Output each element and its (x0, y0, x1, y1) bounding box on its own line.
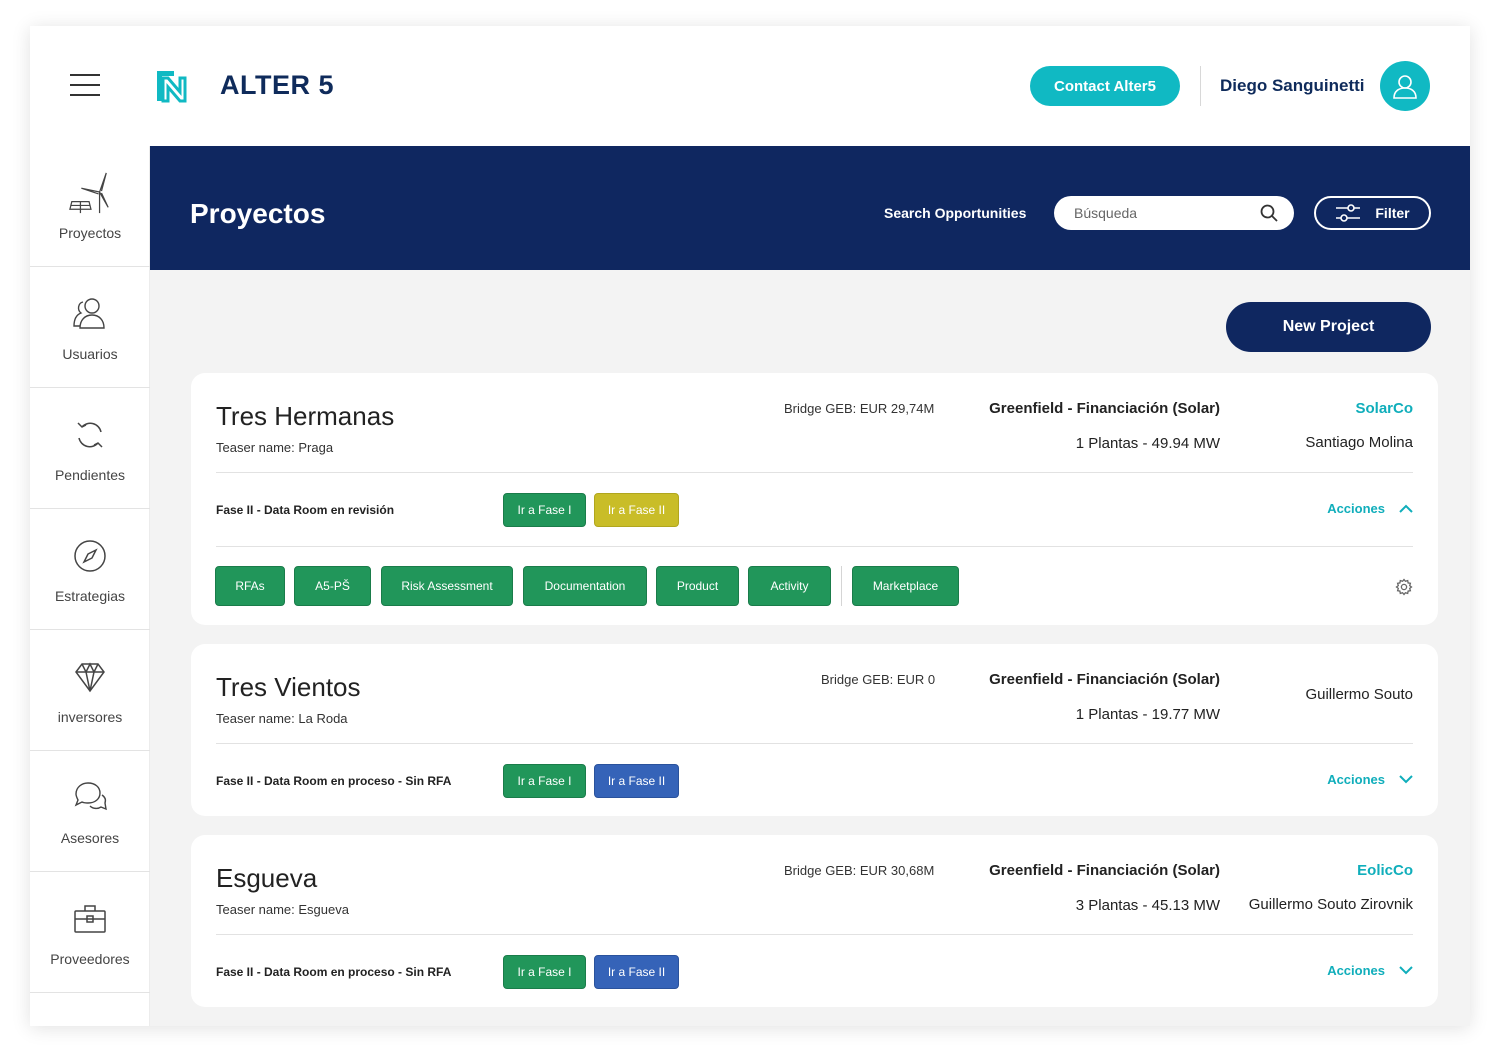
divider (216, 743, 1413, 744)
sidebar-item-label: Estrategias (54, 588, 126, 604)
fase2-button[interactable]: Ir a Fase II (594, 955, 679, 989)
project-person: Guillermo Souto Zirovnik (1248, 896, 1413, 913)
project-bridge: Bridge GEB: EUR 0 (821, 672, 936, 687)
sliders-icon (1336, 204, 1361, 222)
sidebar-item-label: Asesores (60, 830, 120, 846)
top-bar: ALTER 5 Contact Alter5 Diego Sanguinetti (30, 26, 1470, 146)
tab-product[interactable]: Product (656, 566, 739, 606)
fase2-button[interactable]: Ir a Fase II (594, 493, 679, 527)
avatar[interactable] (1380, 61, 1430, 111)
project-bridge: Bridge GEB: EUR 29,74M (784, 401, 935, 416)
project-fase: Fase II - Data Room en proceso - Sin RFA (216, 965, 452, 979)
sidebar-item-label: Pendientes (54, 467, 126, 483)
project-bridge: Bridge GEB: EUR 30,68M (784, 863, 935, 878)
sidebar-item-label: Proyectos (58, 225, 122, 241)
project-person: Guillermo Souto (1305, 686, 1413, 703)
search-icon[interactable] (1260, 204, 1278, 222)
project-teaser: Teaser name: Esgueva (216, 902, 349, 917)
project-plantas: 3 Plantas - 45.13 MW (1075, 897, 1220, 914)
project-name[interactable]: Esgueva (216, 863, 317, 894)
project-name[interactable]: Tres Hermanas (216, 401, 394, 432)
gear-icon[interactable] (1395, 578, 1413, 596)
briefcase-icon (74, 905, 106, 933)
project-name[interactable]: Tres Vientos (216, 672, 361, 703)
project-person: Santiago Molina (1305, 434, 1413, 451)
project-fase: Fase II - Data Room en proceso - Sin RFA (216, 774, 452, 788)
tab-documentation[interactable]: Documentation (523, 566, 647, 606)
tab-a5-ps[interactable]: A5-PŠ (294, 566, 371, 606)
chevron-up-icon (1399, 504, 1413, 513)
users-icon (73, 298, 105, 329)
chat-icon (74, 782, 107, 811)
tab-marketplace[interactable]: Marketplace (852, 566, 959, 606)
divider (216, 934, 1413, 935)
acciones-label: Acciones (1327, 772, 1385, 787)
tab-activity[interactable]: Activity (748, 566, 831, 606)
sidebar-item-proyectos[interactable]: Proyectos (30, 146, 150, 267)
project-type: Greenfield - Financiación (Solar) (989, 400, 1220, 417)
wind-solar-icon (69, 172, 109, 214)
sidebar-item-proveedores[interactable]: Proveedores (30, 872, 150, 993)
user-icon (1393, 75, 1417, 99)
divider (216, 472, 1413, 473)
new-project-button[interactable]: New Project (1226, 302, 1431, 352)
sidebar-item-estrategias[interactable]: Estrategias (30, 509, 150, 630)
project-company[interactable]: SolarCo (1355, 400, 1413, 417)
alter5-logo-icon (157, 71, 187, 103)
page-header: Proyectos Search Opportunities Filter (150, 146, 1470, 270)
menu-icon[interactable] (70, 74, 100, 96)
app-window: ALTER 5 Contact Alter5 Diego Sanguinetti (30, 26, 1470, 1026)
fase1-button[interactable]: Ir a Fase I (503, 764, 586, 798)
search-box[interactable] (1054, 196, 1294, 230)
divider (841, 566, 842, 606)
project-teaser: Teaser name: La Roda (216, 711, 348, 726)
acciones-toggle[interactable]: Acciones (1327, 501, 1413, 516)
divider (216, 546, 1413, 547)
search-label: Search Opportunities (884, 205, 1027, 221)
tab-rfas[interactable]: RFAs (215, 566, 285, 606)
brand-name: ALTER 5 (220, 70, 335, 100)
chevron-down-icon (1399, 775, 1413, 784)
fase1-button[interactable]: Ir a Fase I (503, 493, 586, 527)
page-title: Proyectos (190, 198, 326, 229)
sidebar-item-inversores[interactable]: inversores (30, 630, 150, 751)
sidebar-item-usuarios[interactable]: Usuarios (30, 267, 150, 388)
compass-icon (74, 540, 106, 572)
acciones-label: Acciones (1327, 501, 1385, 516)
sidebar: Proyectos Usuarios Pendientes Estrategia… (30, 146, 150, 1026)
project-card: Esgueva Teaser name: Esgueva Bridge GEB:… (191, 835, 1438, 1007)
project-card: Tres Hermanas Teaser name: Praga Bridge … (191, 373, 1438, 625)
tab-risk-assessment[interactable]: Risk Assessment (381, 566, 513, 606)
project-company[interactable]: EolicCo (1357, 862, 1413, 879)
main-content: New Project Tres Hermanas Teaser name: P… (150, 270, 1470, 1026)
sidebar-item-pendientes[interactable]: Pendientes (30, 388, 150, 509)
project-type: Greenfield - Financiación (Solar) (989, 671, 1220, 688)
fase2-button[interactable]: Ir a Fase II (594, 764, 679, 798)
sidebar-item-label: Proveedores (50, 951, 130, 967)
filter-button[interactable]: Filter (1314, 196, 1431, 230)
sidebar-item-asesores[interactable]: Asesores (30, 751, 150, 872)
sidebar-item-label: inversores (57, 709, 123, 725)
refresh-icon (77, 422, 103, 448)
diamond-icon (75, 662, 105, 693)
acciones-toggle[interactable]: Acciones (1327, 963, 1413, 978)
project-fase: Fase II - Data Room en revisión (216, 503, 395, 517)
project-teaser: Teaser name: Praga (216, 440, 334, 455)
filter-label: Filter (1375, 205, 1410, 221)
project-type: Greenfield - Financiación (Solar) (989, 862, 1220, 879)
project-card: Tres Vientos Teaser name: La Roda Bridge… (191, 644, 1438, 816)
project-plantas: 1 Plantas - 49.94 MW (1075, 435, 1220, 452)
acciones-toggle[interactable]: Acciones (1327, 772, 1413, 787)
fase1-button[interactable]: Ir a Fase I (503, 955, 586, 989)
contact-button[interactable]: Contact Alter5 (1030, 66, 1180, 106)
project-plantas: 1 Plantas - 19.77 MW (1075, 706, 1220, 723)
chevron-down-icon (1399, 966, 1413, 975)
acciones-label: Acciones (1327, 963, 1385, 978)
search-input[interactable] (1074, 205, 1254, 221)
sidebar-item-label: Usuarios (62, 346, 118, 362)
divider (1200, 66, 1201, 106)
user-name[interactable]: Diego Sanguinetti (1220, 76, 1365, 96)
